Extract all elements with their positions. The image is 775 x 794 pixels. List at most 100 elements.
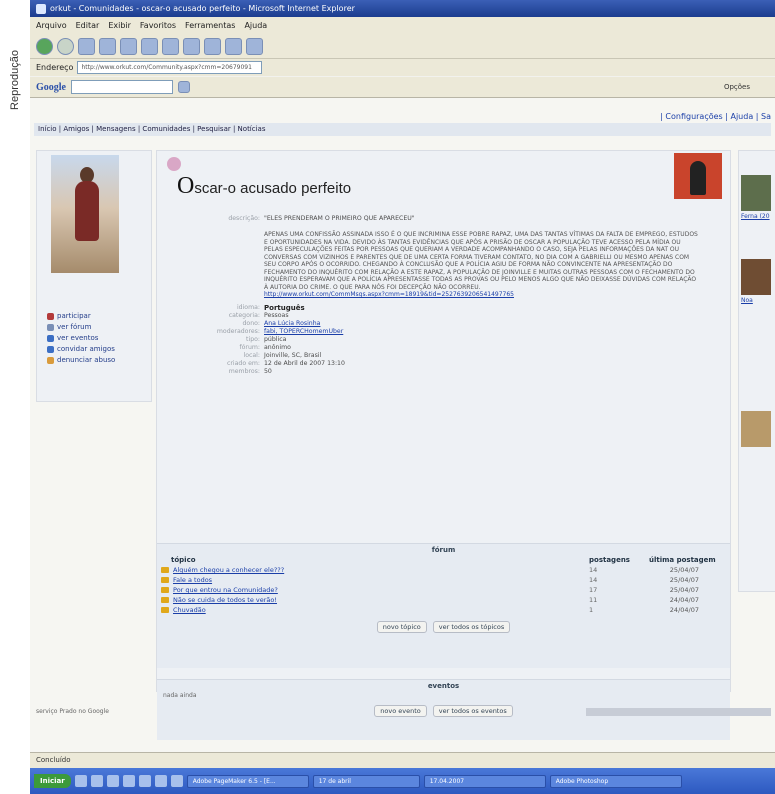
forum-buttons: novo tópico ver todos os tópicos: [157, 621, 730, 633]
google-search-input[interactable]: [71, 80, 173, 94]
bubble-icon: [167, 157, 181, 171]
forum-row: Por que entrou na Comunidade? 17 25/04/0…: [157, 585, 730, 595]
left-column: participar ver fórum ver eventos convida…: [36, 150, 152, 402]
windows-taskbar: Iniciar Adobe PageMaker 6.5 - [E... 17 d…: [30, 768, 775, 794]
action-join[interactable]: participar: [47, 311, 115, 322]
forum-post-count: 11: [589, 596, 598, 604]
field-owner-label: dono:: [242, 319, 260, 327]
field-language: idioma: Português: [197, 304, 727, 312]
forum-topic-link[interactable]: Fale a todos: [173, 575, 212, 585]
quicklaunch-icon[interactable]: [154, 775, 167, 787]
all-topics-button[interactable]: ver todos os tópicos: [432, 621, 511, 633]
new-event-button[interactable]: novo evento: [374, 705, 427, 717]
forum-section: fórum tópico postagens última postagem A…: [157, 543, 730, 668]
related-item[interactable]: [741, 411, 771, 447]
footer-links-bar: [586, 708, 771, 716]
folder-icon: [161, 597, 169, 603]
field-type-value: pública: [264, 335, 287, 343]
print-icon[interactable]: [225, 37, 242, 55]
community-title: O scar-o acusado perfeito: [177, 173, 351, 200]
taskbar-button[interactable]: Adobe Photoshop: [549, 774, 682, 788]
field-moderators: moderadores: fabi, TOPERCHomemUber: [197, 328, 727, 336]
description-link[interactable]: http://www.orkut.com/CommMsgs.aspx?cmm=1…: [264, 291, 514, 298]
forum-topic-link[interactable]: Chuvadão: [173, 605, 206, 615]
field-language-value: Português: [264, 303, 305, 312]
field-type: tipo: pública: [197, 336, 727, 344]
field-moderators-link[interactable]: fabi, TOPERCHomemUber: [264, 328, 343, 336]
search-icon[interactable]: [141, 37, 158, 55]
related-link[interactable]: Noa: [741, 297, 771, 304]
address-bar: Endereço http://www.orkut.com/Community.…: [30, 59, 775, 76]
start-button[interactable]: Iniciar: [34, 774, 71, 788]
community-photo[interactable]: [51, 155, 119, 273]
taskbar-button[interactable]: 17.04.2007: [423, 774, 546, 788]
forward-icon[interactable]: [57, 37, 74, 55]
address-label: Endereço: [36, 63, 74, 72]
related-item[interactable]: Ferna (20: [741, 175, 771, 220]
main-nav[interactable]: Início | Amigos | Mensagens | Comunidade…: [34, 123, 771, 136]
field-forum-value: anônimo: [264, 343, 291, 351]
quicklaunch-icon[interactable]: [90, 775, 103, 787]
related-thumbnail: [741, 175, 771, 211]
field-created-label: criado em:: [226, 359, 260, 367]
action-report-abuse[interactable]: denunciar abuso: [47, 355, 115, 366]
field-type-label: tipo:: [246, 335, 260, 343]
back-icon[interactable]: [36, 37, 53, 55]
silhouette-icon: [690, 161, 706, 195]
google-search-icon[interactable]: [178, 81, 190, 93]
home-icon[interactable]: [120, 37, 137, 55]
forum-header: tópico postagens última postagem: [157, 556, 730, 565]
people-icon: [47, 313, 54, 320]
menu-view[interactable]: Exibir: [108, 21, 131, 30]
related-item[interactable]: Noa: [741, 259, 771, 304]
forum-topic-link[interactable]: Alguém chegou a conhecer ele???: [173, 565, 284, 575]
quicklaunch-icon[interactable]: [170, 775, 183, 787]
ie-icon: [36, 3, 46, 14]
action-view-forum[interactable]: ver fórum: [47, 322, 115, 333]
forum-topic-link[interactable]: Não se cuida de todos te verão!: [173, 595, 277, 605]
mail-icon[interactable]: [204, 37, 221, 55]
forum-last-post: 25/04/07: [669, 586, 699, 594]
menu-file[interactable]: Arquivo: [36, 21, 67, 30]
all-events-button[interactable]: ver todos os eventos: [432, 705, 513, 717]
menu-tools[interactable]: Ferramentas: [185, 21, 235, 30]
quicklaunch-icon[interactable]: [138, 775, 151, 787]
stop-icon[interactable]: [78, 37, 95, 55]
quicklaunch-icon[interactable]: [122, 775, 135, 787]
edit-icon[interactable]: [246, 37, 263, 55]
menu-edit[interactable]: Editar: [76, 21, 100, 30]
photo-person-body: [75, 181, 99, 241]
field-forum: fórum: anônimo: [197, 344, 727, 352]
field-members-value: 50: [264, 367, 272, 375]
description-text: APENAS UMA CONFISSÃO ASSINADA ISSO É O Q…: [264, 231, 698, 291]
field-location-value: Joinville, SC, Brasil: [264, 351, 322, 359]
field-owner-link[interactable]: Ana Lúcia Rosinha: [264, 320, 320, 328]
forum-post-count: 14: [589, 566, 598, 574]
google-logo[interactable]: Google: [36, 82, 66, 93]
forum-post-count: 14: [589, 576, 598, 584]
history-icon[interactable]: [183, 37, 200, 55]
action-view-events[interactable]: ver eventos: [47, 333, 115, 344]
top-links[interactable]: | Configurações | Ajuda | Sa: [660, 112, 771, 121]
page-footer: serviço Prado no Google: [36, 708, 109, 715]
new-topic-button[interactable]: novo tópico: [376, 621, 427, 633]
community-actions: participar ver fórum ver eventos convida…: [47, 311, 115, 366]
field-category: categoria: Pessoas: [197, 312, 727, 320]
col-last: última postagem: [649, 556, 716, 564]
taskbar-button[interactable]: 17 de abril: [312, 774, 420, 788]
related-thumbnail: [741, 411, 771, 447]
action-invite-friends[interactable]: convidar amigos: [47, 344, 115, 355]
favorites-icon[interactable]: [162, 37, 179, 55]
quicklaunch-icon[interactable]: [106, 775, 119, 787]
folder-icon: [161, 587, 169, 593]
related-link[interactable]: Ferna (20: [741, 213, 771, 220]
menu-help[interactable]: Ajuda: [244, 21, 267, 30]
address-input[interactable]: http://www.orkut.com/Community.aspx?cmm=…: [77, 61, 263, 74]
menu-favorites[interactable]: Favoritos: [140, 21, 176, 30]
taskbar-button[interactable]: Adobe PageMaker 6.5 - [E...: [186, 774, 309, 788]
member-thumbnail[interactable]: [674, 153, 722, 199]
forum-topic-link[interactable]: Por que entrou na Comunidade?: [173, 585, 278, 595]
google-options[interactable]: Opções: [724, 83, 750, 91]
refresh-icon[interactable]: [99, 37, 116, 55]
quicklaunch-icon[interactable]: [74, 775, 87, 787]
